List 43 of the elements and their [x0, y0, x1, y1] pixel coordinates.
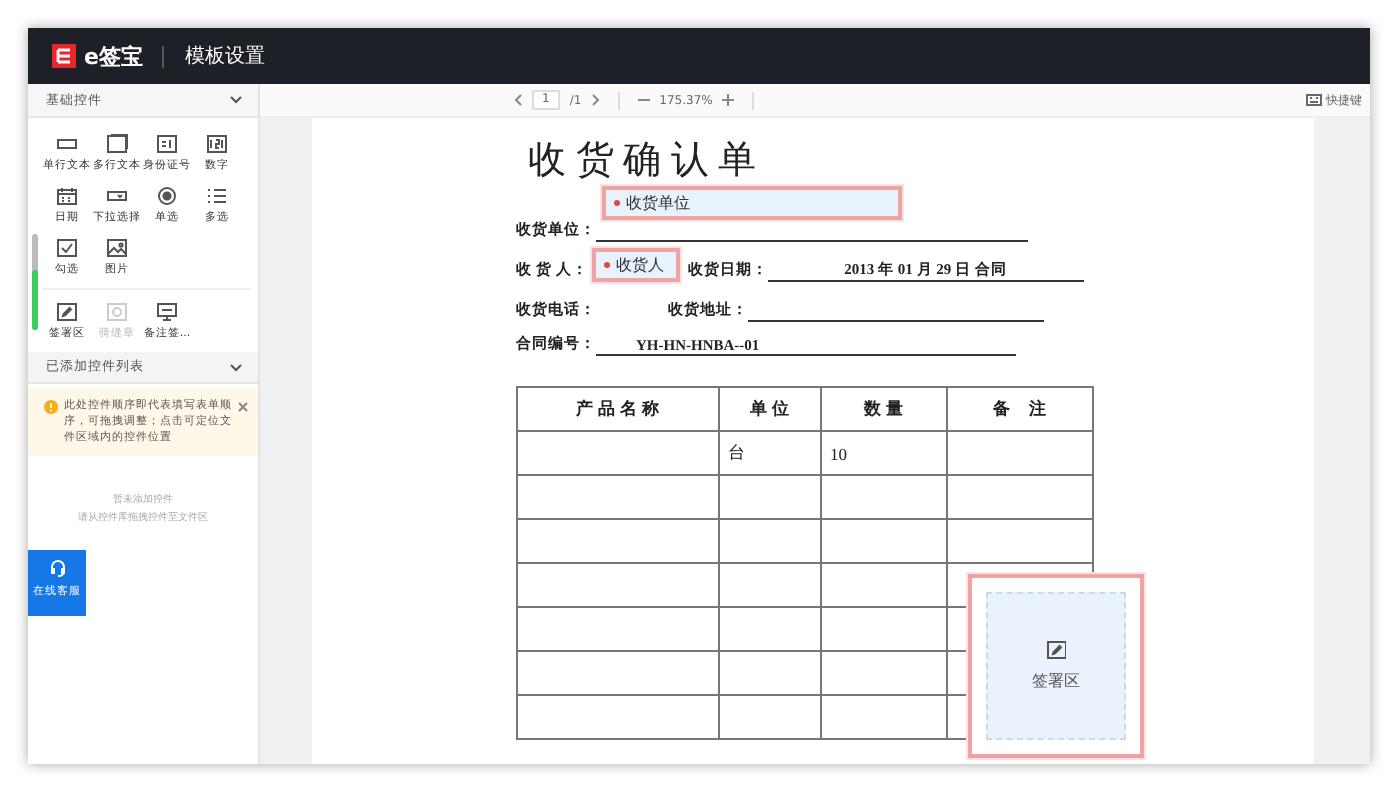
zoom-out-icon: [637, 94, 650, 106]
chevron-left-icon: [514, 94, 522, 106]
document-title: 收 货 确 认 单: [528, 138, 758, 186]
zoom-in-icon: [722, 94, 735, 106]
chevron-down-icon: [230, 363, 242, 371]
required-dot-icon: [614, 200, 620, 206]
chevron-right-icon: [591, 94, 600, 106]
text-field-icon: [56, 134, 78, 154]
pen-square-icon: [56, 302, 78, 322]
chevron-down-icon: [230, 96, 242, 104]
dropdown-icon: [106, 186, 128, 206]
headset-icon: [47, 558, 67, 578]
close-icon: [238, 402, 248, 412]
form-field[interactable]: 收货单位: [602, 186, 902, 220]
column-header: 数 量: [821, 387, 947, 431]
number-icon: [206, 134, 228, 154]
required-dot-icon: [603, 262, 610, 268]
radio-icon: [156, 186, 178, 206]
monitor-icon: [156, 302, 178, 322]
stamp-icon: [106, 302, 128, 322]
info-icon: [44, 400, 58, 414]
field-label: 收货人: [615, 254, 664, 276]
logo-icon: [52, 44, 76, 68]
checkbox-icon: [56, 238, 78, 258]
signature-label: 签署区: [1032, 670, 1080, 692]
pen-square-icon: [1046, 640, 1066, 660]
column-header: 单 位: [719, 387, 821, 431]
id-card-icon: [156, 134, 178, 154]
table-cell: 台: [719, 431, 821, 475]
column-header: 备 注: [947, 387, 1093, 431]
field-label: 收货单位: [626, 192, 690, 214]
column-header: 产 品 名 称: [517, 387, 719, 431]
page-title: 模板设置: [184, 43, 265, 70]
image-icon: [106, 238, 128, 258]
logo-text: e签宝: [84, 41, 143, 71]
calendar-icon: [56, 186, 78, 206]
text-area-icon: [106, 134, 128, 154]
keyboard-icon: [1306, 94, 1322, 106]
table-cell: 10: [821, 431, 947, 475]
list-icon: [206, 186, 228, 206]
scrollbar[interactable]: [32, 234, 38, 330]
form-field[interactable]: 收货人: [591, 248, 680, 282]
signature-area[interactable]: 签署区: [968, 574, 1144, 758]
